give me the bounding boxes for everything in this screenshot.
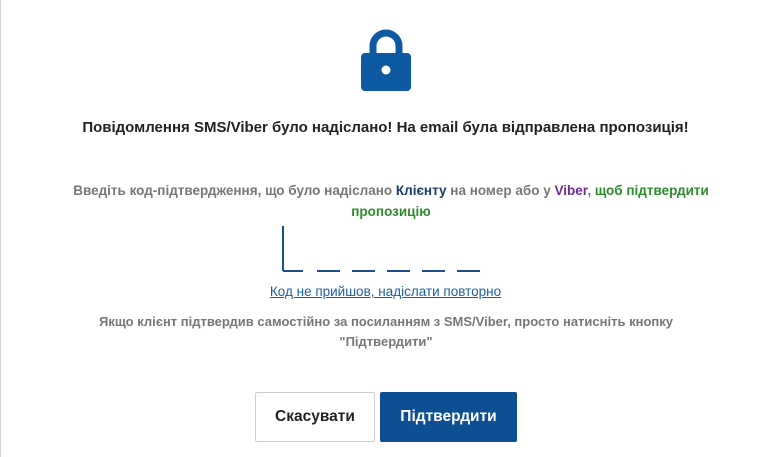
instruction-part2: на номер або у xyxy=(446,183,555,198)
lock-icon xyxy=(361,29,411,91)
self-confirmation-note: Якщо клієнт підтвердив самостійно за пос… xyxy=(99,314,673,349)
cancel-button[interactable]: Скасувати xyxy=(255,392,375,442)
confirm-button[interactable]: Підтвердити xyxy=(380,392,517,442)
confirmation-dialog: Повідомлення SMS/Viber було надіслано! Н… xyxy=(0,0,769,457)
dialog-title: Повідомлення SMS/Viber було надіслано! Н… xyxy=(82,119,689,136)
instruction-viber: Viber xyxy=(554,183,588,198)
instruction-text: Введіть код-підтвердження, що було надіс… xyxy=(41,180,741,222)
resend-code-link[interactable]: Код не прийшов, надіслати повторно xyxy=(1,284,769,299)
instruction-client: Клієнту xyxy=(395,183,447,198)
code-input[interactable] xyxy=(281,226,486,272)
instruction-part1: Введіть код-підтвердження, що було надіс… xyxy=(73,183,396,198)
